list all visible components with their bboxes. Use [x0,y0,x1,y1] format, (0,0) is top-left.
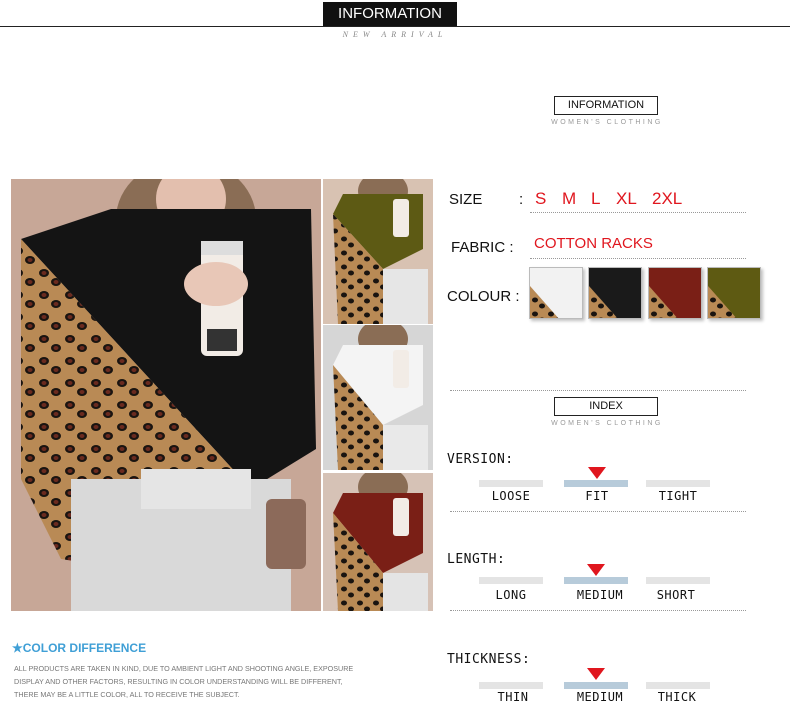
fabric-value: COTTON RACKS [534,235,653,252]
version-divider [450,511,746,512]
index-caption: WOMEN'S CLOTHING [551,420,663,427]
size-option-s[interactable]: S [535,189,546,209]
version-option-tight: TIGHT [658,489,698,503]
size-option-m[interactable]: M [562,189,576,209]
thickness-bar-medium [564,682,628,689]
version-option-fit: FIT [585,489,609,503]
thumb-green-photo[interactable] [323,179,433,324]
thumb-red-photo[interactable] [323,473,433,611]
version-bar-loose [479,480,543,487]
version-option-loose: LOOSE [491,489,531,503]
color-difference-line: ALL PRODUCTS ARE TAKEN IN KIND, DUE TO A… [14,664,354,673]
colour-swatch-white[interactable] [529,267,583,319]
version-selected-marker-icon [588,467,606,479]
colour-label: COLOUR : [447,288,520,305]
length-option-long: LONG [495,588,527,602]
thickness-option-medium: MEDIUM [576,690,624,704]
top-divider [0,26,790,27]
information-caption: WOMEN'S CLOTHING [551,119,663,126]
main-product-photo [11,179,321,611]
version-bar-fit [564,480,628,487]
size-label: SIZE [449,191,483,208]
version-bar-tight [646,480,710,487]
length-selected-marker-icon [587,564,605,576]
size-separator: : [519,191,524,208]
color-difference-title: ★COLOR DIFFERENCE [12,641,147,655]
index-heading: INDEX [554,397,658,416]
length-bar-long [479,577,543,584]
size-divider [530,212,746,213]
thickness-option-thin: THIN [497,690,529,704]
length-option-medium: MEDIUM [576,588,624,602]
thickness-bar-thick [646,682,710,689]
length-label: LENGTH: [447,552,506,567]
colour-swatch-army-green[interactable] [707,267,761,319]
color-difference-text: ALL PRODUCTS ARE TAKEN IN KIND, DUE TO A… [14,662,414,701]
colour-divider [450,390,746,391]
information-heading: INFORMATION [554,96,658,115]
size-option-xl[interactable]: XL [616,189,637,209]
color-difference-line: DISPLAY AND OTHER FACTORS, RESULTING IN … [14,677,343,686]
length-option-short: SHORT [656,588,696,602]
thickness-label: THICKNESS: [447,652,531,667]
length-bar-medium [564,577,628,584]
colour-swatch-black[interactable] [588,267,642,319]
thumb-white-photo[interactable] [323,325,433,470]
version-label: VERSION: [447,452,514,467]
size-option-l[interactable]: L [591,189,600,209]
color-difference-line: THERE MAY BE A LITTLE COLOR, ALL TO RECE… [14,690,240,699]
new-arrival-subtitle: NEW ARRIVAL [342,30,448,39]
thickness-bar-thin [479,682,543,689]
colour-swatch-wine-red[interactable] [648,267,702,319]
fabric-divider [530,258,746,259]
size-option-2xl[interactable]: 2XL [652,189,682,209]
length-bar-short [646,577,710,584]
fabric-label: FABRIC : [451,239,514,256]
length-divider [450,610,746,611]
banner-title: INFORMATION [323,2,457,26]
thickness-option-thick: THICK [657,690,697,704]
thickness-selected-marker-icon [587,668,605,680]
